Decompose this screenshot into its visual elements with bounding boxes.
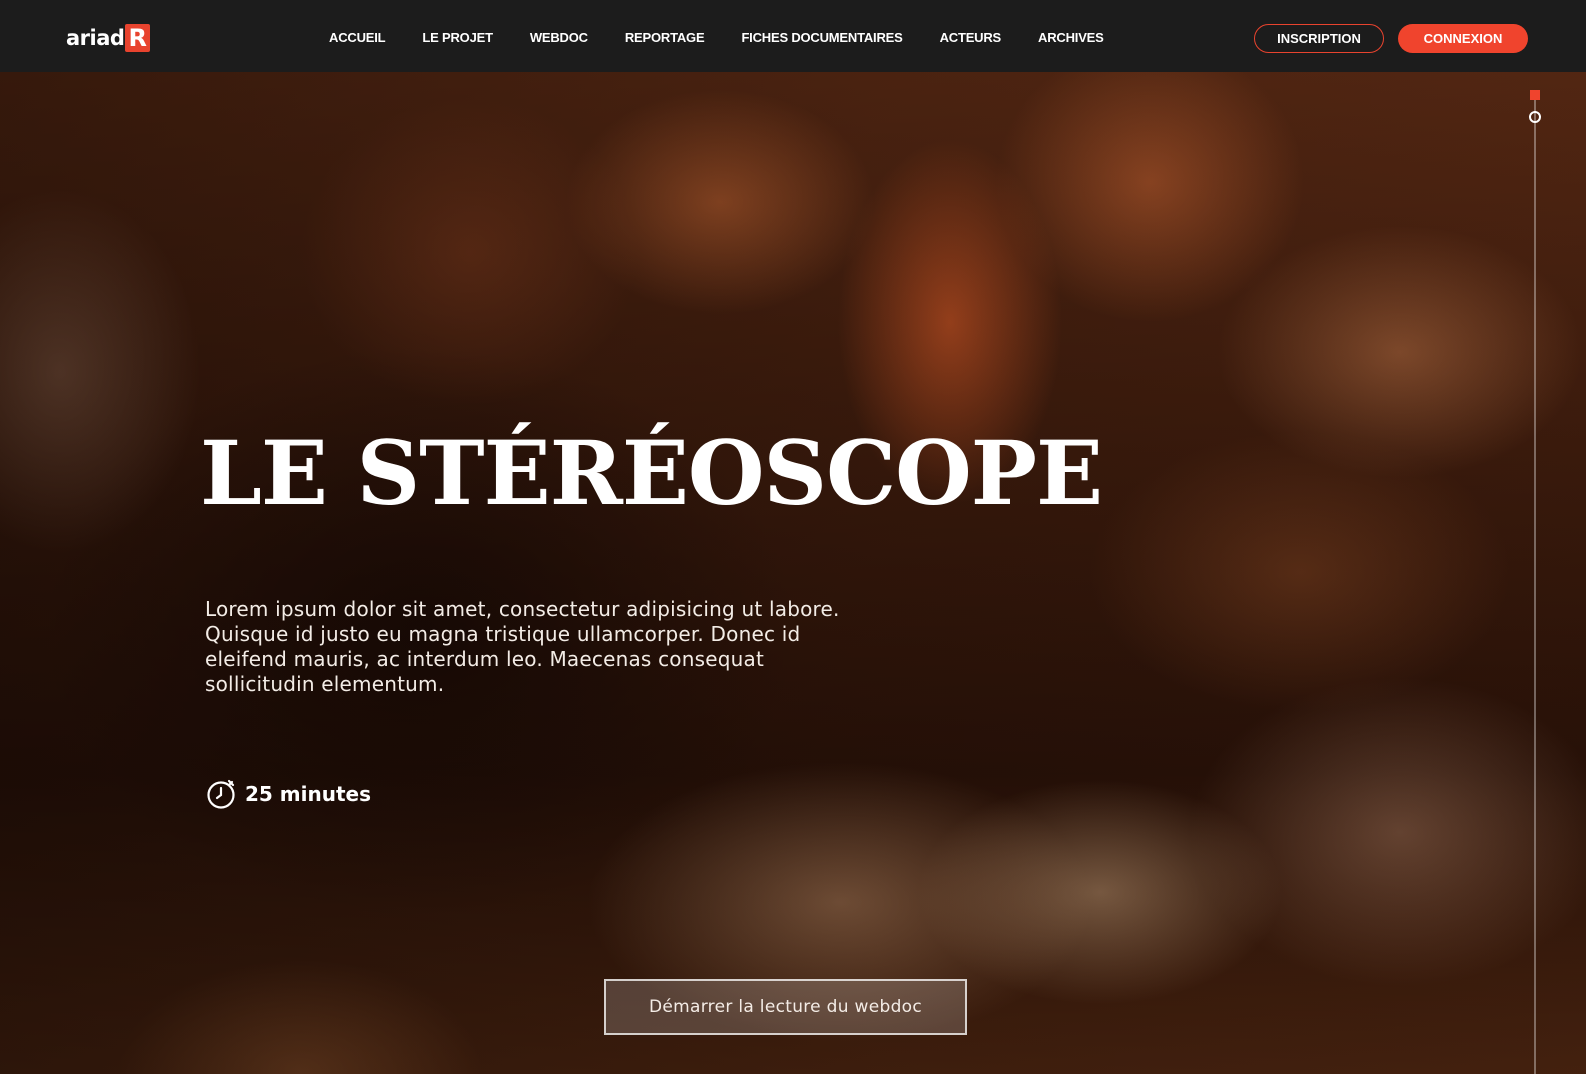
progress-rail[interactable] (1534, 90, 1536, 1074)
duration-info: 25 minutes (206, 778, 371, 810)
duration-text: 25 minutes (245, 782, 371, 806)
nav-item-webdoc[interactable]: WEBDOC (530, 30, 588, 45)
logo-text: ariad (66, 26, 125, 50)
nav-item-accueil[interactable]: ACCUEIL (329, 30, 386, 45)
nav-item-le-projet[interactable]: LE PROJET (422, 30, 493, 45)
clock-icon (206, 778, 238, 810)
hero-overlay (0, 72, 1586, 1074)
logo[interactable]: ariad R (66, 24, 150, 52)
hero-description: Lorem ipsum dolor sit amet, consectetur … (205, 597, 840, 696)
logo-mark: R (125, 24, 150, 52)
page: ariad R ACCUEIL LE PROJET WEBDOC REPORTA… (0, 0, 1586, 1074)
nav-item-reportage[interactable]: REPORTAGE (625, 30, 705, 45)
main-nav: ACCUEIL LE PROJET WEBDOC REPORTAGE FICHE… (329, 30, 1141, 45)
nav-item-acteurs[interactable]: ACTEURS (940, 30, 1002, 45)
start-webdoc-button[interactable]: Démarrer la lecture du webdoc (604, 979, 967, 1035)
nav-item-archives[interactable]: ARCHIVES (1038, 30, 1104, 45)
progress-indicator (1530, 90, 1540, 100)
progress-knob[interactable] (1529, 111, 1541, 123)
top-navigation-bar: ariad R ACCUEIL LE PROJET WEBDOC REPORTA… (0, 0, 1586, 72)
inscription-button[interactable]: INSCRIPTION (1254, 24, 1384, 53)
nav-item-fiches-documentaires[interactable]: FICHES DOCUMENTAIRES (741, 30, 902, 45)
connexion-button[interactable]: CONNEXION (1398, 24, 1528, 53)
hero-title: LE STÉRÉOSCOPE (200, 421, 1103, 525)
